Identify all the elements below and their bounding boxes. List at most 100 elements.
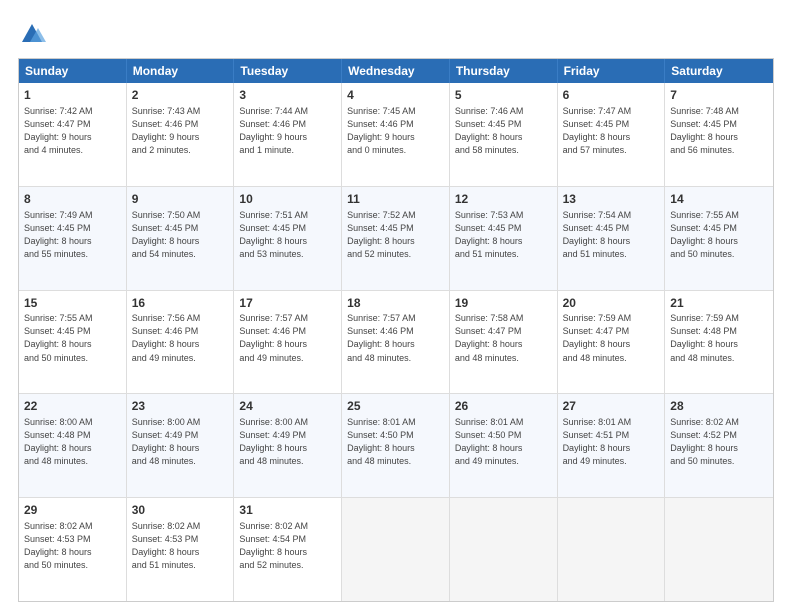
weekday-header-tuesday: Tuesday	[234, 59, 342, 83]
day-cell-22: 22Sunrise: 8:00 AMSunset: 4:48 PMDayligh…	[19, 394, 127, 497]
empty-cell	[665, 498, 773, 601]
day-cell-28: 28Sunrise: 8:02 AMSunset: 4:52 PMDayligh…	[665, 394, 773, 497]
day-cell-17: 17Sunrise: 7:57 AMSunset: 4:46 PMDayligh…	[234, 291, 342, 394]
day-number: 16	[132, 295, 229, 312]
day-cell-18: 18Sunrise: 7:57 AMSunset: 4:46 PMDayligh…	[342, 291, 450, 394]
day-info: Sunrise: 7:46 AMSunset: 4:45 PMDaylight:…	[455, 105, 552, 157]
weekday-header-friday: Friday	[558, 59, 666, 83]
day-number: 2	[132, 87, 229, 104]
weekday-header-thursday: Thursday	[450, 59, 558, 83]
day-number: 22	[24, 398, 121, 415]
day-number: 3	[239, 87, 336, 104]
day-cell-10: 10Sunrise: 7:51 AMSunset: 4:45 PMDayligh…	[234, 187, 342, 290]
day-number: 23	[132, 398, 229, 415]
day-info: Sunrise: 8:02 AMSunset: 4:53 PMDaylight:…	[24, 520, 121, 572]
calendar-row-4: 22Sunrise: 8:00 AMSunset: 4:48 PMDayligh…	[19, 394, 773, 498]
day-cell-31: 31Sunrise: 8:02 AMSunset: 4:54 PMDayligh…	[234, 498, 342, 601]
day-cell-24: 24Sunrise: 8:00 AMSunset: 4:49 PMDayligh…	[234, 394, 342, 497]
day-cell-7: 7Sunrise: 7:48 AMSunset: 4:45 PMDaylight…	[665, 83, 773, 186]
day-info: Sunrise: 7:59 AMSunset: 4:47 PMDaylight:…	[563, 312, 660, 364]
day-number: 4	[347, 87, 444, 104]
day-cell-9: 9Sunrise: 7:50 AMSunset: 4:45 PMDaylight…	[127, 187, 235, 290]
day-info: Sunrise: 7:49 AMSunset: 4:45 PMDaylight:…	[24, 209, 121, 261]
day-number: 15	[24, 295, 121, 312]
day-cell-23: 23Sunrise: 8:00 AMSunset: 4:49 PMDayligh…	[127, 394, 235, 497]
day-number: 10	[239, 191, 336, 208]
weekday-header-sunday: Sunday	[19, 59, 127, 83]
day-cell-26: 26Sunrise: 8:01 AMSunset: 4:50 PMDayligh…	[450, 394, 558, 497]
day-cell-4: 4Sunrise: 7:45 AMSunset: 4:46 PMDaylight…	[342, 83, 450, 186]
header	[18, 18, 774, 48]
weekday-header-monday: Monday	[127, 59, 235, 83]
day-number: 29	[24, 502, 121, 519]
calendar-row-1: 1Sunrise: 7:42 AMSunset: 4:47 PMDaylight…	[19, 83, 773, 187]
weekday-header-wednesday: Wednesday	[342, 59, 450, 83]
day-cell-1: 1Sunrise: 7:42 AMSunset: 4:47 PMDaylight…	[19, 83, 127, 186]
day-info: Sunrise: 7:55 AMSunset: 4:45 PMDaylight:…	[24, 312, 121, 364]
empty-cell	[342, 498, 450, 601]
day-number: 17	[239, 295, 336, 312]
day-number: 18	[347, 295, 444, 312]
day-cell-8: 8Sunrise: 7:49 AMSunset: 4:45 PMDaylight…	[19, 187, 127, 290]
day-cell-16: 16Sunrise: 7:56 AMSunset: 4:46 PMDayligh…	[127, 291, 235, 394]
day-info: Sunrise: 8:01 AMSunset: 4:50 PMDaylight:…	[455, 416, 552, 468]
day-number: 24	[239, 398, 336, 415]
day-cell-11: 11Sunrise: 7:52 AMSunset: 4:45 PMDayligh…	[342, 187, 450, 290]
calendar-row-5: 29Sunrise: 8:02 AMSunset: 4:53 PMDayligh…	[19, 498, 773, 601]
day-info: Sunrise: 7:55 AMSunset: 4:45 PMDaylight:…	[670, 209, 768, 261]
day-cell-12: 12Sunrise: 7:53 AMSunset: 4:45 PMDayligh…	[450, 187, 558, 290]
day-number: 27	[563, 398, 660, 415]
day-number: 21	[670, 295, 768, 312]
day-info: Sunrise: 8:02 AMSunset: 4:52 PMDaylight:…	[670, 416, 768, 468]
day-info: Sunrise: 7:48 AMSunset: 4:45 PMDaylight:…	[670, 105, 768, 157]
day-number: 25	[347, 398, 444, 415]
day-info: Sunrise: 7:44 AMSunset: 4:46 PMDaylight:…	[239, 105, 336, 157]
day-info: Sunrise: 7:50 AMSunset: 4:45 PMDaylight:…	[132, 209, 229, 261]
weekday-header-saturday: Saturday	[665, 59, 773, 83]
calendar-row-3: 15Sunrise: 7:55 AMSunset: 4:45 PMDayligh…	[19, 291, 773, 395]
day-number: 26	[455, 398, 552, 415]
day-info: Sunrise: 7:57 AMSunset: 4:46 PMDaylight:…	[239, 312, 336, 364]
logo	[18, 18, 48, 48]
calendar-header: SundayMondayTuesdayWednesdayThursdayFrid…	[19, 59, 773, 83]
day-info: Sunrise: 8:02 AMSunset: 4:54 PMDaylight:…	[239, 520, 336, 572]
day-info: Sunrise: 7:47 AMSunset: 4:45 PMDaylight:…	[563, 105, 660, 157]
day-cell-19: 19Sunrise: 7:58 AMSunset: 4:47 PMDayligh…	[450, 291, 558, 394]
logo-icon	[18, 20, 46, 48]
day-number: 8	[24, 191, 121, 208]
day-info: Sunrise: 7:43 AMSunset: 4:46 PMDaylight:…	[132, 105, 229, 157]
day-info: Sunrise: 8:02 AMSunset: 4:53 PMDaylight:…	[132, 520, 229, 572]
day-number: 14	[670, 191, 768, 208]
day-info: Sunrise: 7:51 AMSunset: 4:45 PMDaylight:…	[239, 209, 336, 261]
day-info: Sunrise: 7:59 AMSunset: 4:48 PMDaylight:…	[670, 312, 768, 364]
day-cell-21: 21Sunrise: 7:59 AMSunset: 4:48 PMDayligh…	[665, 291, 773, 394]
day-info: Sunrise: 7:58 AMSunset: 4:47 PMDaylight:…	[455, 312, 552, 364]
day-number: 9	[132, 191, 229, 208]
page: SundayMondayTuesdayWednesdayThursdayFrid…	[0, 0, 792, 612]
day-info: Sunrise: 8:00 AMSunset: 4:48 PMDaylight:…	[24, 416, 121, 468]
day-cell-30: 30Sunrise: 8:02 AMSunset: 4:53 PMDayligh…	[127, 498, 235, 601]
day-info: Sunrise: 7:54 AMSunset: 4:45 PMDaylight:…	[563, 209, 660, 261]
day-info: Sunrise: 7:53 AMSunset: 4:45 PMDaylight:…	[455, 209, 552, 261]
day-info: Sunrise: 8:00 AMSunset: 4:49 PMDaylight:…	[239, 416, 336, 468]
day-number: 19	[455, 295, 552, 312]
day-cell-13: 13Sunrise: 7:54 AMSunset: 4:45 PMDayligh…	[558, 187, 666, 290]
day-number: 5	[455, 87, 552, 104]
day-info: Sunrise: 7:52 AMSunset: 4:45 PMDaylight:…	[347, 209, 444, 261]
day-number: 20	[563, 295, 660, 312]
calendar: SundayMondayTuesdayWednesdayThursdayFrid…	[18, 58, 774, 602]
day-info: Sunrise: 7:42 AMSunset: 4:47 PMDaylight:…	[24, 105, 121, 157]
day-cell-3: 3Sunrise: 7:44 AMSunset: 4:46 PMDaylight…	[234, 83, 342, 186]
day-number: 31	[239, 502, 336, 519]
day-info: Sunrise: 7:56 AMSunset: 4:46 PMDaylight:…	[132, 312, 229, 364]
day-info: Sunrise: 7:45 AMSunset: 4:46 PMDaylight:…	[347, 105, 444, 157]
day-info: Sunrise: 8:00 AMSunset: 4:49 PMDaylight:…	[132, 416, 229, 468]
day-cell-15: 15Sunrise: 7:55 AMSunset: 4:45 PMDayligh…	[19, 291, 127, 394]
day-cell-2: 2Sunrise: 7:43 AMSunset: 4:46 PMDaylight…	[127, 83, 235, 186]
calendar-body: 1Sunrise: 7:42 AMSunset: 4:47 PMDaylight…	[19, 83, 773, 601]
day-cell-25: 25Sunrise: 8:01 AMSunset: 4:50 PMDayligh…	[342, 394, 450, 497]
day-cell-6: 6Sunrise: 7:47 AMSunset: 4:45 PMDaylight…	[558, 83, 666, 186]
day-number: 1	[24, 87, 121, 104]
day-cell-14: 14Sunrise: 7:55 AMSunset: 4:45 PMDayligh…	[665, 187, 773, 290]
empty-cell	[558, 498, 666, 601]
